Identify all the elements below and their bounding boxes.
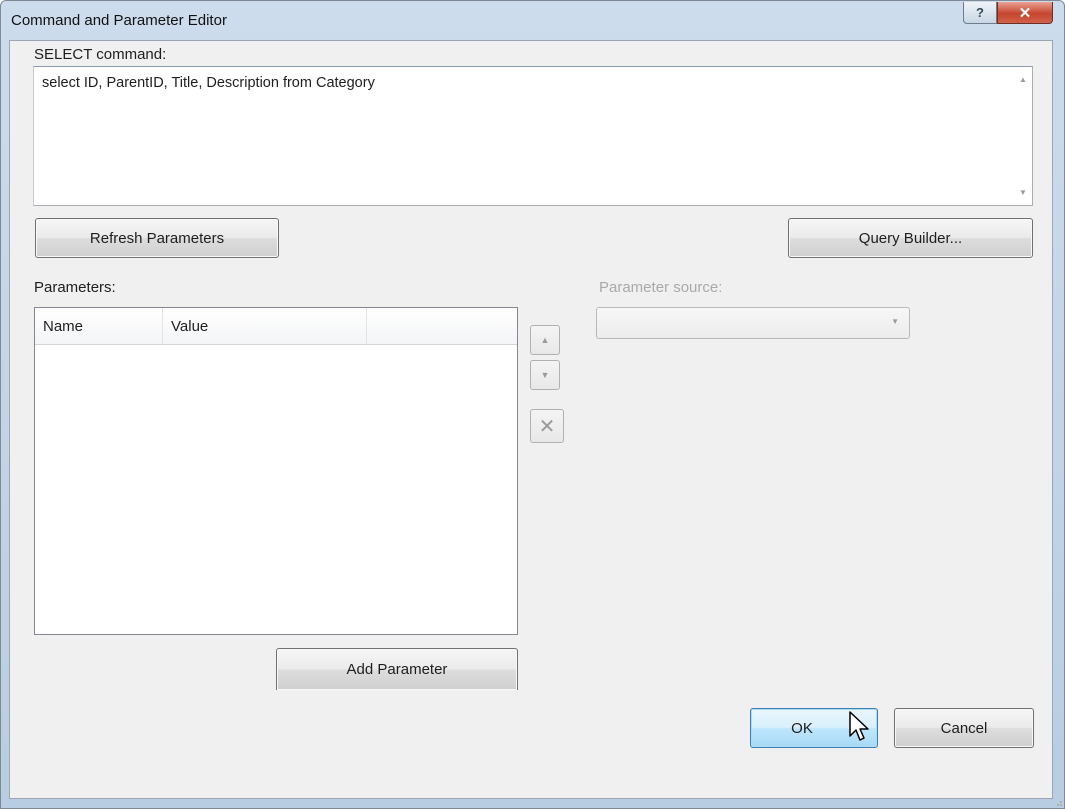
cancel-label: Cancel	[940, 719, 988, 737]
parameter-source-select[interactable]: ▼	[596, 307, 910, 339]
arrow-up-icon: ▲	[540, 335, 550, 345]
ok-label: OK	[791, 719, 813, 737]
move-up-button[interactable]: ▲	[530, 325, 560, 355]
refresh-parameters-label: Refresh Parameters	[89, 229, 225, 247]
parameter-source-label: Parameter source:	[599, 279, 723, 296]
add-parameter-label: Add Parameter	[346, 661, 448, 678]
mouse-pointer-icon	[849, 711, 869, 741]
resize-grip-icon[interactable]	[1053, 797, 1063, 807]
scroll-down-icon[interactable]: ▼	[1019, 188, 1027, 197]
add-parameter-button[interactable]: Add Parameter	[276, 648, 518, 690]
select-command-text: select ID, ParentID, Title, Description …	[42, 75, 375, 91]
parameters-list[interactable]: Name Value	[34, 307, 518, 635]
close-icon: ✕	[1018, 4, 1032, 22]
query-builder-label: Query Builder...	[858, 229, 963, 247]
column-header-name[interactable]: Name	[35, 308, 163, 344]
close-button[interactable]: ✕	[997, 2, 1053, 24]
scroll-up-icon[interactable]: ▲	[1019, 75, 1027, 84]
help-icon: ?	[976, 5, 984, 20]
refresh-parameters-button[interactable]: Refresh Parameters	[35, 218, 279, 258]
cancel-button[interactable]: Cancel	[894, 708, 1034, 748]
help-button[interactable]: ?	[963, 2, 997, 24]
column-header-value[interactable]: Value	[163, 308, 367, 344]
move-down-button[interactable]: ▼	[530, 360, 560, 390]
parameters-label: Parameters:	[34, 279, 116, 296]
parameters-list-header: Name Value	[35, 308, 517, 345]
chevron-down-icon: ▼	[891, 317, 899, 326]
arrow-down-icon: ▼	[540, 370, 550, 380]
select-command-label: SELECT command:	[34, 46, 167, 63]
delete-parameter-button[interactable]: ✕	[530, 409, 564, 443]
select-command-textarea[interactable]: select ID, ParentID, Title, Description …	[33, 66, 1033, 206]
column-header-name-label: Name	[43, 317, 84, 335]
column-header-filler	[367, 308, 517, 344]
delete-icon: ✕	[538, 415, 556, 438]
command-scrollbar[interactable]: ▲ ▼	[1015, 67, 1032, 205]
column-header-value-label: Value	[171, 317, 209, 335]
query-builder-button[interactable]: Query Builder...	[788, 218, 1033, 258]
title-bar[interactable]: Command and Parameter Editor ? ✕	[1, 1, 1064, 41]
dialog-title: Command and Parameter Editor	[11, 12, 227, 29]
